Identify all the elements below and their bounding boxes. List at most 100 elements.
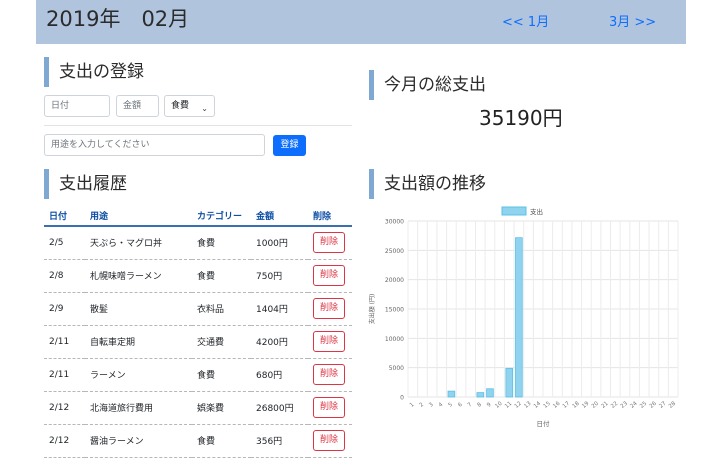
x-tick-label: 8 (476, 401, 483, 408)
cell-delete: 削除 (308, 358, 352, 392)
expense-bar-chart: 支出0500010000150002000025000300001 2 3 4 5 6 7 8… (368, 206, 679, 428)
total-amount: 35190円 (479, 106, 563, 130)
col-amount: 金額 (251, 205, 308, 227)
prev-month-link[interactable]: << 1月 (502, 11, 549, 30)
x-tick-label: 27 (658, 400, 668, 409)
x-tick-label: 10 (494, 400, 504, 409)
x-tick-label: 26 (649, 400, 659, 409)
x-tick-label: 5 (447, 401, 454, 408)
bar (486, 388, 494, 398)
cell-delete: 削除 (308, 226, 352, 260)
y-tick-label: 10000 (385, 336, 404, 343)
bar (476, 392, 485, 398)
x-tick-label: 16 (552, 400, 562, 409)
cell-category: 食費 (192, 424, 251, 458)
x-tick-label: 12 (514, 401, 523, 410)
table-row: 2/12 北海道旅行費用 娯楽費 26800円 削除 (44, 391, 352, 425)
table-row: 2/5 天ぷら・マグロ丼 食費 1000円 削除 (44, 226, 352, 260)
cell-delete: 削除 (308, 292, 352, 326)
delete-button[interactable]: 削除 (313, 397, 345, 418)
cell-purpose: 醤油ラーメン (85, 424, 192, 458)
date-input[interactable]: 日付 (44, 95, 110, 117)
month-header: 2019年 02月 << 1月 3月 >> (36, 0, 686, 44)
category-selected: 食費 (171, 101, 190, 111)
total-title: 今月の総支出 (369, 70, 486, 100)
x-tick-label: 3 (428, 401, 435, 408)
cell-amount: 26800円 (251, 391, 308, 425)
col-date: 日付 (44, 205, 85, 227)
category-select[interactable]: 食費 ⌄ (164, 95, 215, 117)
cell-amount: 1404円 (251, 292, 308, 326)
delete-button[interactable]: 削除 (313, 298, 345, 319)
cell-category: 食費 (192, 226, 251, 260)
history-table: 日付 用途 カテゴリー 金額 削除 2/5 天ぷら・マグロ丼 食費 1000円 削除 2/… (44, 205, 352, 458)
current-month: 2019年 02月 (46, 7, 190, 31)
amount-placeholder: 金額 (123, 101, 142, 111)
y-axis-label: 支出額 (円) (368, 294, 376, 325)
x-tick-label: 14 (533, 400, 543, 409)
register-title: 支出の登録 (44, 57, 144, 87)
col-purpose: 用途 (85, 205, 192, 227)
x-tick-label: 22 (610, 401, 619, 410)
cell-amount: 750円 (251, 259, 308, 293)
cell-delete: 削除 (308, 424, 352, 458)
x-tick-label: 20 (591, 400, 601, 409)
history-title: 支出履歴 (44, 169, 127, 199)
purpose-input[interactable]: 用途を入力してください (44, 134, 265, 156)
chart-title: 支出額の推移 (369, 169, 486, 199)
x-tick-label: 24 (629, 400, 639, 409)
y-tick-label: 0 (400, 395, 404, 402)
expense-chart: 支出 0 5000 10000 15000 20000 25000 30000 1 2 3 4 5 6 7 8… (360, 200, 690, 445)
x-tick-label: 4 (438, 401, 445, 408)
legend-swatch (501, 206, 527, 216)
y-tick-label: 5000 (389, 365, 404, 372)
bar (515, 237, 523, 398)
delete-button[interactable]: 削除 (313, 331, 345, 352)
delete-button[interactable]: 削除 (313, 232, 345, 254)
x-tick-label: 2 (419, 402, 426, 409)
col-category: カテゴリー (192, 205, 251, 227)
table-row: 2/9 散髪 衣料品 1404円 削除 (44, 292, 352, 326)
bar (505, 367, 514, 398)
register-button[interactable]: 登録 (273, 135, 306, 156)
table-row: 2/11 自転車定期 交通費 4200円 削除 (44, 325, 352, 359)
x-tick-label: 6 (457, 401, 464, 408)
cell-purpose: ラーメン (85, 358, 192, 392)
cell-category: 交通費 (192, 325, 251, 359)
table-row: 2/12 醤油ラーメン 食費 356円 削除 (44, 424, 352, 458)
amount-input[interactable]: 金額 (116, 95, 159, 117)
next-month-link[interactable]: 3月 >> (609, 11, 656, 30)
cell-category: 食費 (192, 358, 251, 392)
cell-category: 食費 (192, 259, 251, 293)
x-tick-label: 11 (504, 401, 513, 410)
y-tick-label: 30000 (385, 219, 404, 226)
cell-date: 2/5 (44, 226, 85, 260)
cell-date: 2/12 (44, 424, 85, 458)
cell-purpose: 札幌味噌ラーメン (85, 259, 192, 293)
cell-purpose: 北海道旅行費用 (85, 391, 192, 425)
cell-category: 娯楽費 (192, 391, 251, 425)
delete-button[interactable]: 削除 (313, 265, 345, 286)
cell-delete: 削除 (308, 325, 352, 359)
x-tick-label: 17 (562, 400, 572, 409)
x-tick-label: 21 (600, 401, 609, 410)
y-tick-label: 15000 (385, 307, 404, 314)
delete-button[interactable]: 削除 (313, 430, 345, 451)
y-tick-label: 20000 (385, 277, 404, 284)
cell-amount: 4200円 (251, 325, 308, 359)
x-tick-label: 23 (620, 400, 630, 409)
x-tick-label: 28 (668, 400, 678, 409)
cell-delete: 削除 (308, 391, 352, 425)
cell-amount: 1000円 (251, 226, 308, 260)
x-tick-label: 19 (581, 400, 591, 409)
chevron-down-icon: ⌄ (201, 104, 208, 113)
table-row: 2/8 札幌味噌ラーメン 食費 750円 削除 (44, 259, 352, 293)
x-tick-label: 25 (639, 400, 649, 409)
legend-label: 支出 (530, 207, 543, 216)
x-axis-label: 日付 (537, 419, 551, 428)
x-tick-label: 13 (523, 400, 533, 409)
y-tick-label: 25000 (385, 248, 404, 255)
delete-button[interactable]: 削除 (313, 364, 345, 385)
divider (44, 125, 352, 126)
x-tick-label: 15 (543, 400, 553, 409)
